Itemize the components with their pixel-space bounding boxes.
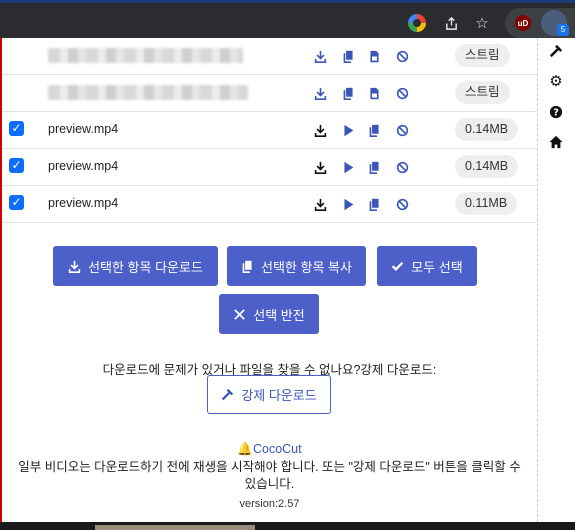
size-badge: 스트림 <box>455 44 510 67</box>
download-icon[interactable] <box>312 196 328 212</box>
hammer-icon <box>222 388 234 401</box>
download-icon[interactable] <box>312 48 328 64</box>
help-icon[interactable]: ? <box>545 101 567 123</box>
file-icon[interactable] <box>366 48 382 64</box>
copy-icon[interactable] <box>340 48 356 64</box>
copy-selected-label: 선택한 항목 복사 <box>261 259 352 275</box>
extension-badge: 5 <box>557 24 569 36</box>
select-all-button[interactable]: 모두 선택 <box>377 246 477 286</box>
block-icon[interactable] <box>394 159 410 175</box>
background-thumbnail <box>95 525 255 530</box>
copy-icon <box>242 260 252 273</box>
file-name: preview.mp4 <box>48 159 119 173</box>
brand-line: 🔔CocoCut <box>2 442 537 457</box>
block-icon[interactable] <box>394 196 410 212</box>
size-badge: 0.14MB <box>455 118 519 141</box>
ublock-icon[interactable]: uD <box>515 15 531 31</box>
copy-icon[interactable] <box>340 85 356 101</box>
share-icon[interactable] <box>441 13 461 33</box>
video-row: 스트림 <box>2 75 537 112</box>
svg-text:?: ? <box>553 108 559 119</box>
download-selected-label: 선택한 항목 다운로드 <box>88 259 203 275</box>
blurred-file-name <box>48 85 248 100</box>
force-download-button[interactable]: 강제 다운로드 <box>207 375 331 414</box>
extension-popup: 스트림 스트림 ✓ preview.mp4 0.14MB ✓ preview.m… <box>2 38 537 522</box>
row-checkbox[interactable]: ✓ <box>9 195 24 210</box>
hammer-icon[interactable] <box>545 40 567 62</box>
invert-selection-label: 선택 반전 <box>253 307 305 323</box>
row-checkbox[interactable]: ✓ <box>9 158 24 173</box>
version-text: version:2.57 <box>239 498 300 510</box>
size-badge: 0.11MB <box>455 192 518 215</box>
file-name: preview.mp4 <box>48 196 119 210</box>
play-icon[interactable] <box>340 122 356 138</box>
download-icon[interactable] <box>312 122 328 138</box>
video-row: 스트림 <box>2 38 537 75</box>
bell-icon: 🔔 <box>237 442 253 456</box>
home-icon[interactable] <box>545 131 567 153</box>
video-row: ✓ preview.mp4 0.11MB <box>2 186 537 223</box>
play-icon[interactable] <box>340 196 356 212</box>
row-checkbox[interactable]: ✓ <box>9 121 24 136</box>
block-icon[interactable] <box>394 122 410 138</box>
popup-side-toolbar: ⚙ ? <box>537 38 575 522</box>
google-icon[interactable] <box>407 13 427 33</box>
block-icon[interactable] <box>394 85 410 101</box>
invert-selection-button[interactable]: 선택 반전 <box>219 294 319 334</box>
download-icon[interactable] <box>312 159 328 175</box>
copy-icon[interactable] <box>366 122 382 138</box>
browser-toolbar: ☆ uD 5 <box>0 0 575 38</box>
download-icon <box>68 260 81 273</box>
size-badge: 스트림 <box>455 81 510 104</box>
check-icon <box>392 261 404 271</box>
video-row: ✓ preview.mp4 0.14MB <box>2 112 537 149</box>
footer-note: 일부 비디오는 다운로드하기 전에 재생을 시작해야 합니다. 또는 "강제 다… <box>18 460 521 491</box>
download-selected-button[interactable]: 선택한 항목 다운로드 <box>53 246 218 286</box>
select-all-label: 모두 선택 <box>411 259 463 275</box>
bookmark-star-icon[interactable]: ☆ <box>472 13 492 33</box>
force-download-label: 강제 다운로드 <box>241 388 317 403</box>
file-icon[interactable] <box>366 85 382 101</box>
copy-icon[interactable] <box>366 159 382 175</box>
blurred-file-name <box>48 48 243 63</box>
size-badge: 0.14MB <box>455 155 519 178</box>
download-icon[interactable] <box>312 85 328 101</box>
gear-icon[interactable]: ⚙ <box>545 70 567 92</box>
copy-selected-button[interactable]: 선택한 항목 복사 <box>227 246 366 286</box>
brand-link[interactable]: CocoCut <box>253 442 302 456</box>
play-icon[interactable] <box>340 159 356 175</box>
x-icon <box>234 308 246 320</box>
extensions-area: uD 5 <box>505 8 575 38</box>
file-name: preview.mp4 <box>48 122 119 136</box>
video-row: ✓ preview.mp4 0.14MB <box>2 149 537 186</box>
copy-icon[interactable] <box>366 196 382 212</box>
background-page-bottom <box>0 522 575 530</box>
block-icon[interactable] <box>394 48 410 64</box>
